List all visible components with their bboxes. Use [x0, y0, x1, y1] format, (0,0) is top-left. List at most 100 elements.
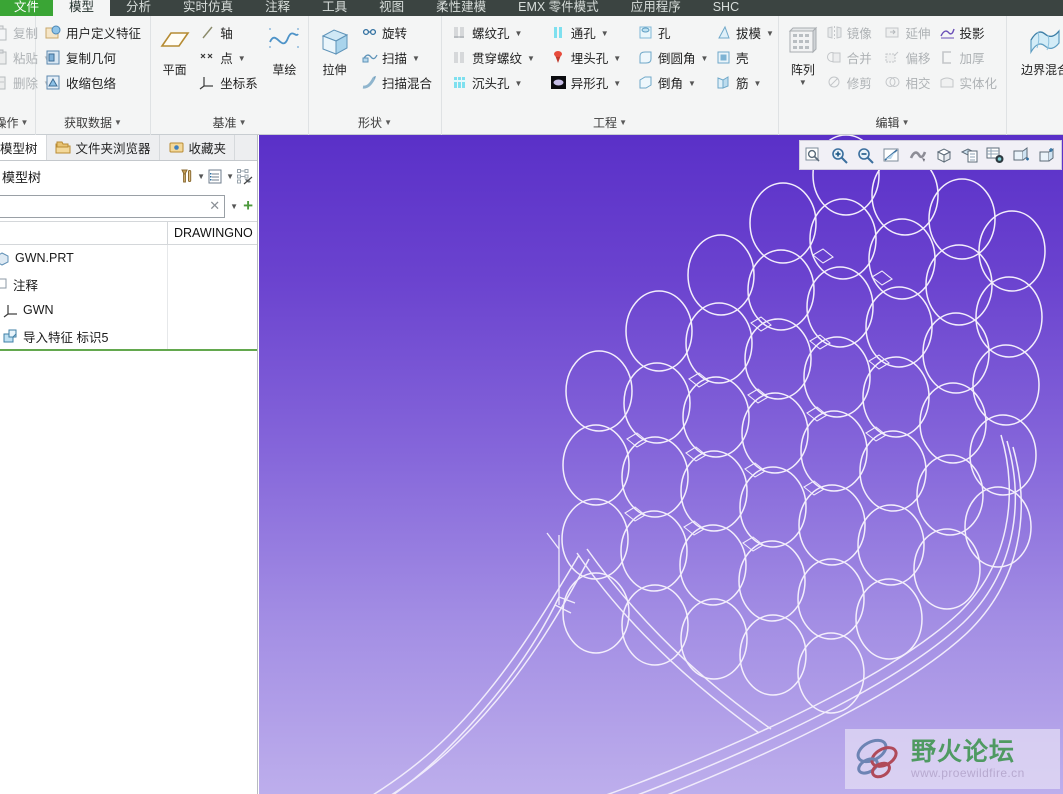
ribbon-group-operations-label[interactable]: 操作 ▼ — [0, 113, 35, 135]
chevron-down-icon[interactable]: ▼ — [238, 54, 246, 63]
chevron-down-icon[interactable]: ▼ — [766, 29, 774, 38]
tab-live-simulation[interactable]: 实时仿真 — [167, 0, 249, 16]
chevron-down-icon[interactable]: ▼ — [226, 172, 234, 181]
chevron-down-icon[interactable]: ▼ — [613, 54, 621, 63]
revolve-button[interactable]: 旋转 — [357, 20, 436, 45]
tree-display-button[interactable]: ▼ — [207, 168, 234, 185]
draft-button[interactable]: 拔模 ▼ — [711, 20, 774, 45]
extrude-icon — [318, 24, 352, 58]
table-row[interactable]: GWN.PRT — [0, 245, 257, 271]
tab-shc[interactable]: SHC — [697, 0, 755, 16]
datum-plane-button[interactable]: 平面 — [156, 20, 193, 78]
tab-file[interactable]: 文件 — [0, 0, 54, 16]
swept-blend-button[interactable]: 扫描混合 — [357, 70, 436, 95]
datum-axis-button[interactable]: 轴 — [195, 20, 262, 45]
display-style-icon[interactable] — [934, 146, 953, 165]
chevron-down-icon[interactable]: ▼ — [412, 54, 420, 63]
chevron-down-icon[interactable]: ▼ — [515, 79, 523, 88]
tapped-hole-button[interactable]: 螺纹孔 ▼ — [447, 20, 546, 45]
shell-label: 壳 — [736, 52, 749, 66]
chevron-down-icon[interactable]: ▼ — [527, 54, 535, 63]
sweep-icon — [361, 49, 378, 66]
hole-button[interactable]: 孔 — [633, 20, 711, 45]
tab-applications[interactable]: 应用程序 — [615, 0, 697, 16]
sketch-button[interactable]: 草绘 — [266, 20, 303, 78]
zoom-in-icon[interactable] — [830, 146, 849, 165]
countersink-hole-button[interactable]: 埋头孔 ▼ — [546, 45, 633, 70]
shrinkwrap-button[interactable]: 收缩包络 — [41, 70, 145, 95]
project-button[interactable]: 投影 — [935, 20, 1002, 45]
repaint-icon[interactable] — [882, 146, 901, 165]
profile-hole-button[interactable]: 异形孔 ▼ — [546, 70, 633, 95]
chamfer-button[interactable]: 倒角 ▼ — [633, 70, 711, 95]
watermark-url: www.proewildfire.cn — [911, 765, 1025, 780]
tab-emx-part-mode[interactable]: EMX 零件模式 — [502, 0, 615, 16]
panel-tab-model-tree[interactable]: 模型树 — [0, 135, 47, 160]
sweep-button[interactable]: 扫描 ▼ — [357, 45, 436, 70]
ribbon-group-get-data-label[interactable]: 获取数据 ▼ — [36, 113, 150, 135]
rib-button[interactable]: 筋 ▼ — [711, 70, 773, 95]
tab-model[interactable]: 模型 — [53, 0, 111, 16]
offset-button[interactable]: 偏移 — [880, 45, 934, 70]
extend-button[interactable]: 延伸 — [880, 20, 934, 45]
tab-analysis[interactable]: 分析 — [110, 0, 167, 16]
pattern-button[interactable]: 阵列 ▼ — [784, 20, 822, 87]
thicken-button[interactable]: 加厚 — [935, 45, 1002, 70]
tree-filter-off-button[interactable] — [236, 168, 253, 185]
intersect-button[interactable]: 相交 — [880, 70, 934, 95]
ribbon-group-surfaces-label[interactable]: 曲面 — [1007, 113, 1063, 135]
chevron-down-icon[interactable]: ▼ — [230, 202, 238, 211]
view-manager-icon[interactable] — [986, 146, 1005, 165]
saved-views-icon[interactable] — [960, 146, 979, 165]
settings-tools-button[interactable]: ▼ — [178, 168, 205, 185]
table-row[interactable]: 注释 — [0, 271, 257, 297]
zoom-fit-icon[interactable] — [804, 146, 823, 165]
chevron-down-icon[interactable]: ▼ — [601, 29, 609, 38]
annotation-display-icon[interactable] — [1038, 146, 1057, 165]
shrinkwrap-label: 收缩包络 — [66, 77, 117, 91]
trim-button[interactable]: 修剪 — [822, 70, 881, 95]
chevron-down-icon[interactable]: ▼ — [701, 54, 709, 63]
clear-icon[interactable]: ✕ — [209, 198, 220, 214]
counterbore-hole-button[interactable]: 沉头孔 ▼ — [447, 70, 546, 95]
tab-view[interactable]: 视图 — [363, 0, 420, 16]
copy-geometry-button[interactable]: 复制几何 — [41, 45, 145, 70]
merge-button[interactable]: 合并 — [822, 45, 881, 70]
table-row[interactable]: 导入特征 标识5 — [0, 323, 257, 349]
panel-tab-favorites[interactable]: 收藏夹 — [160, 135, 236, 160]
chevron-down-icon[interactable]: ▼ — [197, 172, 205, 181]
spin-center-icon[interactable] — [908, 146, 927, 165]
ribbon-group-engineering-label[interactable]: 工程 ▼ — [442, 113, 778, 135]
shell-button[interactable]: 壳 — [711, 45, 773, 70]
solidify-button[interactable]: 实体化 — [935, 70, 1002, 95]
mirror-button[interactable]: 镜像 — [822, 20, 881, 45]
udf-button[interactable]: 用户定义特征 — [41, 20, 145, 45]
zoom-out-icon[interactable] — [856, 146, 875, 165]
ribbon-group-editing-label[interactable]: 编辑 ▼ — [779, 113, 1006, 135]
ribbon-group-shapes-label[interactable]: 形状 ▼ — [309, 113, 441, 135]
chevron-down-icon[interactable]: ▼ — [613, 79, 621, 88]
ribbon-group-editing: 阵列 ▼ 镜像 合并 修剪 延伸 偏移 相交 投影 加厚 实体化 编辑 ▼ — [779, 16, 1008, 135]
table-row[interactable]: GWN — [0, 297, 257, 323]
tab-annotate[interactable]: 注释 — [249, 0, 306, 16]
datum-point-button[interactable]: 点 ▼ — [195, 45, 262, 70]
chevron-down-icon[interactable]: ▼ — [799, 78, 807, 87]
chevron-down-icon[interactable]: ▼ — [515, 29, 523, 38]
through-thread-button[interactable]: 贯穿螺纹 ▼ — [447, 45, 546, 70]
coordinate-system-button[interactable]: 坐标系 — [195, 70, 262, 95]
tree-filter-input[interactable]: ✕ — [0, 194, 226, 218]
chevron-down-icon[interactable]: ▼ — [688, 79, 696, 88]
graphics-viewport[interactable]: 野火论坛 www.proewildfire.cn — [259, 135, 1063, 794]
ribbon-group-datum-label[interactable]: 基准 ▼ — [151, 113, 308, 135]
extrude-button[interactable]: 拉伸 — [314, 20, 355, 78]
chevron-down-icon[interactable]: ▼ — [754, 79, 762, 88]
round-button[interactable]: 倒圆角 ▼ — [633, 45, 711, 70]
panel-tab-folder-browser[interactable]: 文件夹浏览器 — [47, 135, 160, 160]
tab-tools[interactable]: 工具 — [306, 0, 363, 16]
clearance-hole-button[interactable]: 通孔 ▼ — [546, 20, 633, 45]
datum-display-icon[interactable] — [1012, 146, 1031, 165]
add-filter-icon[interactable]: + — [243, 197, 253, 214]
tab-flexible-modeling[interactable]: 柔性建模 — [420, 0, 502, 16]
delete-label: 删除 — [13, 77, 39, 91]
boundary-blend-button[interactable]: 边界混合 — [1012, 20, 1063, 78]
